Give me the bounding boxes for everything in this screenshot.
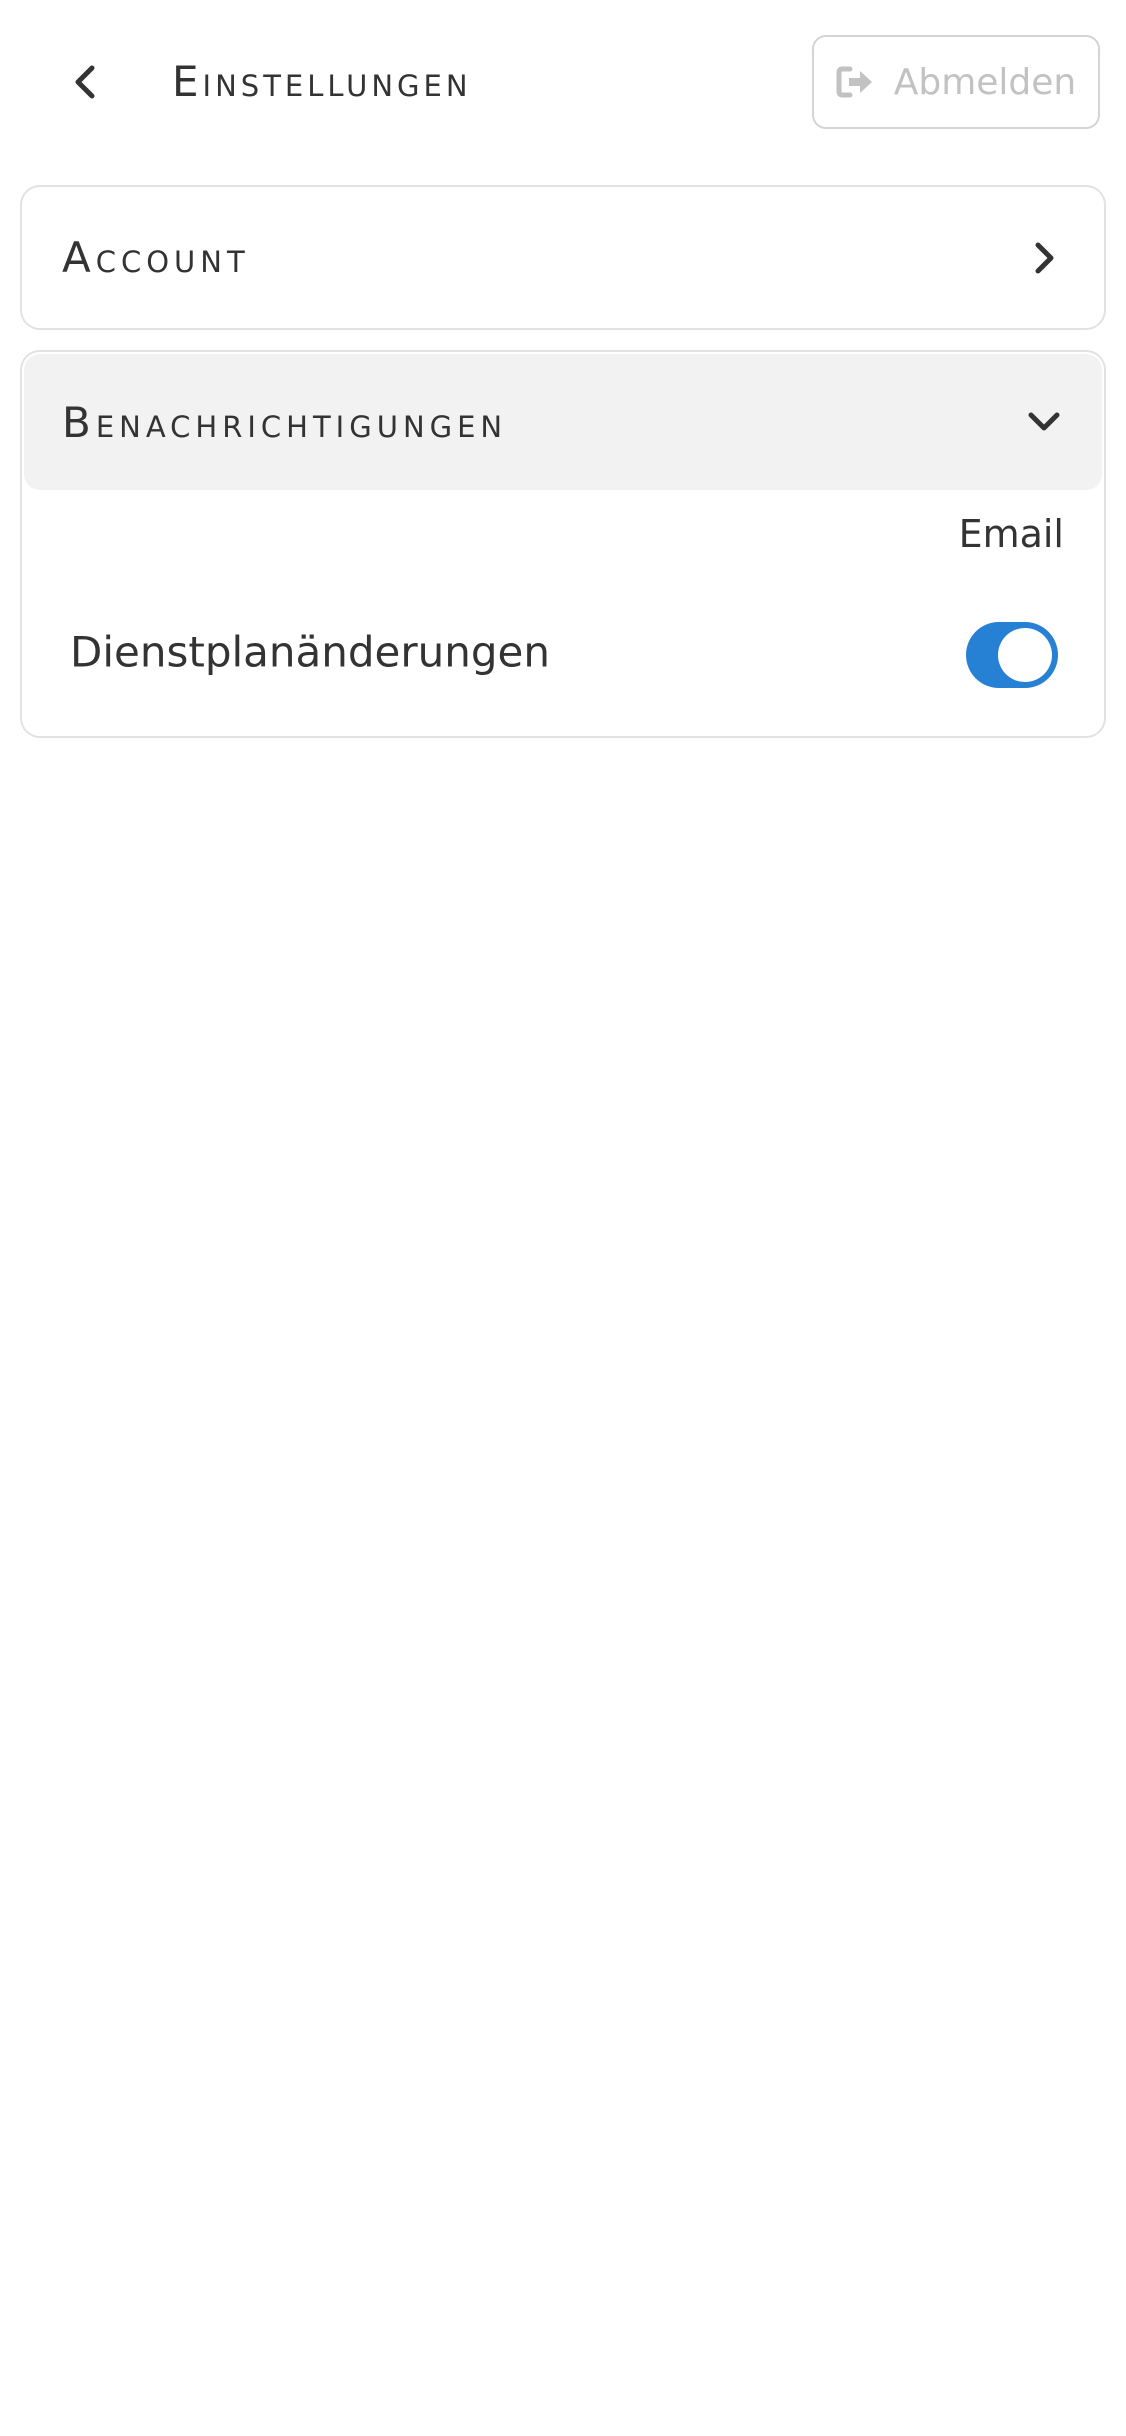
toggle-knob [998,628,1052,682]
account-section-header[interactable]: Account [24,189,1102,326]
chevron-down-icon [1024,402,1064,442]
sign-out-icon [836,65,876,99]
setting-row: Dienstplanänderungen [24,592,1102,712]
logout-button[interactable]: Abmelden [812,35,1100,129]
setting-label: Dienstplanänderungen [70,627,550,677]
page-title: Einstellungen [172,57,472,106]
notifications-section: Benachrichtigungen Email Dienstplanänder… [20,350,1106,738]
account-section: Account [20,185,1106,330]
section-title: Account [62,233,250,282]
notifications-section-header[interactable]: Benachrichtigungen [24,354,1102,490]
chevron-right-icon [1024,238,1064,278]
email-toggle[interactable] [966,622,1058,688]
logout-label: Abmelden [893,61,1077,103]
app-header: Einstellungen Abmelden [0,0,1126,166]
section-title: Benachrichtigungen [62,397,508,447]
email-column-header: Email [958,512,1064,556]
chevron-left-icon [75,65,95,99]
back-button[interactable] [50,40,120,124]
